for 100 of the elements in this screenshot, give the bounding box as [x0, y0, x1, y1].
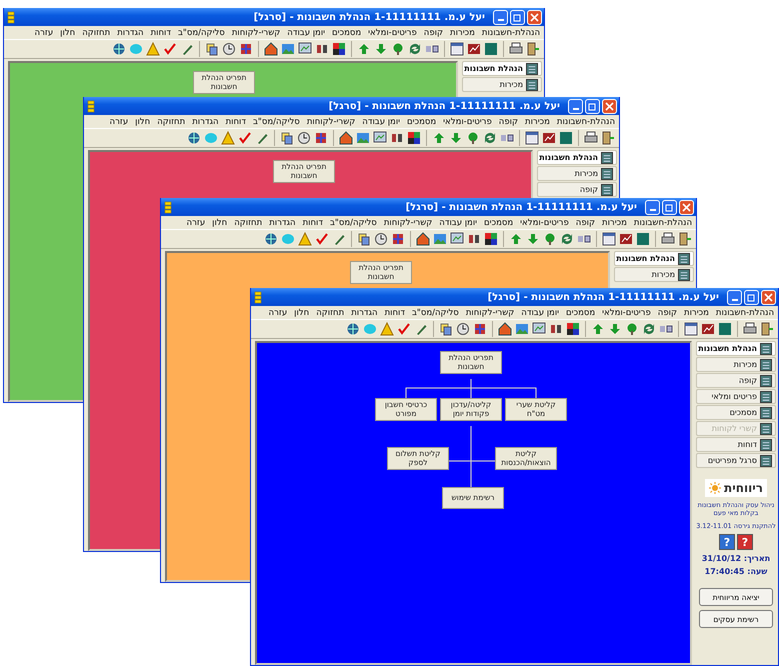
door-icon[interactable]	[760, 322, 774, 336]
arrow-down-icon[interactable]	[526, 232, 540, 246]
maximize-button[interactable]	[510, 10, 525, 24]
monitor-icon[interactable]	[298, 42, 312, 56]
chart-icon[interactable]	[467, 42, 481, 56]
squares-icon[interactable]	[484, 232, 498, 246]
menu-item[interactable]: תחזוקה	[316, 308, 344, 318]
menu-item[interactable]: דוחות	[302, 218, 324, 228]
menu-item[interactable]: מכירות	[602, 218, 627, 228]
warning-icon[interactable]	[380, 322, 394, 336]
sidebar-tab[interactable]: הנהלת חשבונות	[614, 251, 694, 266]
menu-item[interactable]: הגדרות	[269, 218, 296, 228]
help-button[interactable]: ?	[737, 534, 753, 550]
menu-item[interactable]: עזרה	[268, 308, 288, 318]
menu-item[interactable]: יומן עבודה	[287, 28, 326, 38]
arrow-up-icon[interactable]	[432, 131, 446, 145]
sidebar-tab[interactable]: מכירות	[462, 77, 542, 92]
sidebar-tab[interactable]: סרגל מפריטים	[696, 453, 776, 468]
menu-item[interactable]: הנהלת-חשבונות	[556, 116, 615, 126]
menu-item[interactable]: הנהלת-חשבונות	[482, 28, 540, 38]
grid-icon[interactable]	[391, 232, 405, 246]
refresh-icon[interactable]	[560, 232, 574, 246]
menu-item[interactable]: תחזוקה	[234, 218, 262, 228]
picture-icon[interactable]	[356, 131, 370, 145]
tree-icon[interactable]	[543, 232, 557, 246]
menu-item[interactable]: הנהלת-חשבונות	[716, 308, 774, 318]
menu-item[interactable]: יומן עבודה	[362, 116, 400, 126]
minimize-button[interactable]	[493, 10, 508, 24]
check-icon[interactable]	[238, 131, 252, 145]
clock-icon[interactable]	[374, 232, 388, 246]
sidebar-tab[interactable]: מכירות	[696, 357, 776, 372]
menu-item[interactable]: הנהלת-חשבונות	[634, 218, 692, 228]
maximize-button[interactable]	[662, 200, 677, 214]
menu-item[interactable]: מכירות	[525, 116, 550, 126]
monitor-icon[interactable]	[373, 131, 387, 145]
window-icon[interactable]	[602, 232, 616, 246]
menu-item[interactable]: תחזוקה	[82, 28, 110, 38]
picture-icon[interactable]	[515, 322, 529, 336]
copy-icon[interactable]	[357, 232, 371, 246]
menu-item[interactable]: קשרי-לקוחות	[306, 116, 356, 126]
sidebar-tab[interactable]: דוחות	[696, 437, 776, 452]
sidebar-tab[interactable]: הנהלת חשבונות	[537, 150, 617, 165]
window-icon[interactable]	[525, 131, 539, 145]
globe-icon[interactable]	[264, 232, 278, 246]
picture-icon[interactable]	[281, 42, 295, 56]
menu-item[interactable]: חלון	[212, 218, 228, 228]
squares-icon[interactable]	[407, 131, 421, 145]
clock-icon[interactable]	[222, 42, 236, 56]
menu-item[interactable]: עזרה	[186, 218, 206, 228]
menu-item[interactable]: עזרה	[34, 28, 54, 38]
menu-item[interactable]: דוחות	[150, 28, 172, 38]
menu-item[interactable]: מסמכים	[566, 308, 596, 318]
door-icon[interactable]	[678, 232, 692, 246]
globe-icon[interactable]	[112, 42, 126, 56]
menu-item[interactable]: מכירות	[684, 308, 709, 318]
menu-item[interactable]: דוחות	[226, 116, 246, 126]
sidebar-tab[interactable]: הנהלת חשבונות	[696, 341, 776, 356]
window-icon[interactable]	[450, 42, 464, 56]
globe-icon[interactable]	[346, 322, 360, 336]
refresh-icon[interactable]	[483, 131, 497, 145]
menu-item[interactable]: חלון	[294, 308, 310, 318]
picture-icon[interactable]	[433, 232, 447, 246]
maximize-button[interactable]	[744, 290, 759, 304]
warning-icon[interactable]	[146, 42, 160, 56]
menu-item[interactable]: פריטים-ומלאי	[443, 116, 492, 126]
grid-icon[interactable]	[239, 42, 253, 56]
squares-icon[interactable]	[332, 42, 346, 56]
menu-item[interactable]: מכירות	[450, 28, 475, 38]
menu-item[interactable]: חלון	[60, 28, 76, 38]
menu-item[interactable]: קופה	[498, 116, 518, 126]
menu-item[interactable]: תחזוקה	[157, 116, 186, 126]
clock-icon[interactable]	[297, 131, 311, 145]
squares-icon[interactable]	[566, 322, 580, 336]
menu-item[interactable]: חלון	[135, 116, 150, 126]
printer-icon[interactable]	[509, 42, 523, 56]
house-icon[interactable]	[264, 42, 278, 56]
printer-icon[interactable]	[743, 322, 757, 336]
chart-icon[interactable]	[701, 322, 715, 336]
menu-item[interactable]: הגדרות	[351, 308, 378, 318]
sidebar-tab[interactable]: הנהלת חשבונות	[462, 61, 542, 76]
menu-item[interactable]: הגדרות	[192, 116, 219, 126]
sidebar-tab[interactable]: מסמכים	[696, 405, 776, 420]
pen-icon[interactable]	[180, 42, 194, 56]
monitor-icon[interactable]	[450, 232, 464, 246]
menu-item[interactable]: קשרי-לקוחות	[466, 308, 514, 318]
arrow-up-icon[interactable]	[357, 42, 371, 56]
menu-item[interactable]: קופה	[658, 308, 678, 318]
pen-icon[interactable]	[255, 131, 269, 145]
window-icon[interactable]	[684, 322, 698, 336]
menu-item[interactable]: דוחות	[384, 308, 406, 318]
minimize-button[interactable]	[568, 98, 583, 114]
printer-icon[interactable]	[584, 131, 598, 145]
check-icon[interactable]	[163, 42, 177, 56]
square-icon[interactable]	[718, 322, 732, 336]
menu-item[interactable]: סליקה/מס"ב	[330, 218, 377, 228]
door-icon[interactable]	[526, 42, 540, 56]
close-button[interactable]	[761, 290, 776, 304]
globe-icon[interactable]	[187, 131, 201, 145]
square-icon[interactable]	[559, 131, 573, 145]
menu-item[interactable]: סליקה/מס"ב	[178, 28, 225, 38]
